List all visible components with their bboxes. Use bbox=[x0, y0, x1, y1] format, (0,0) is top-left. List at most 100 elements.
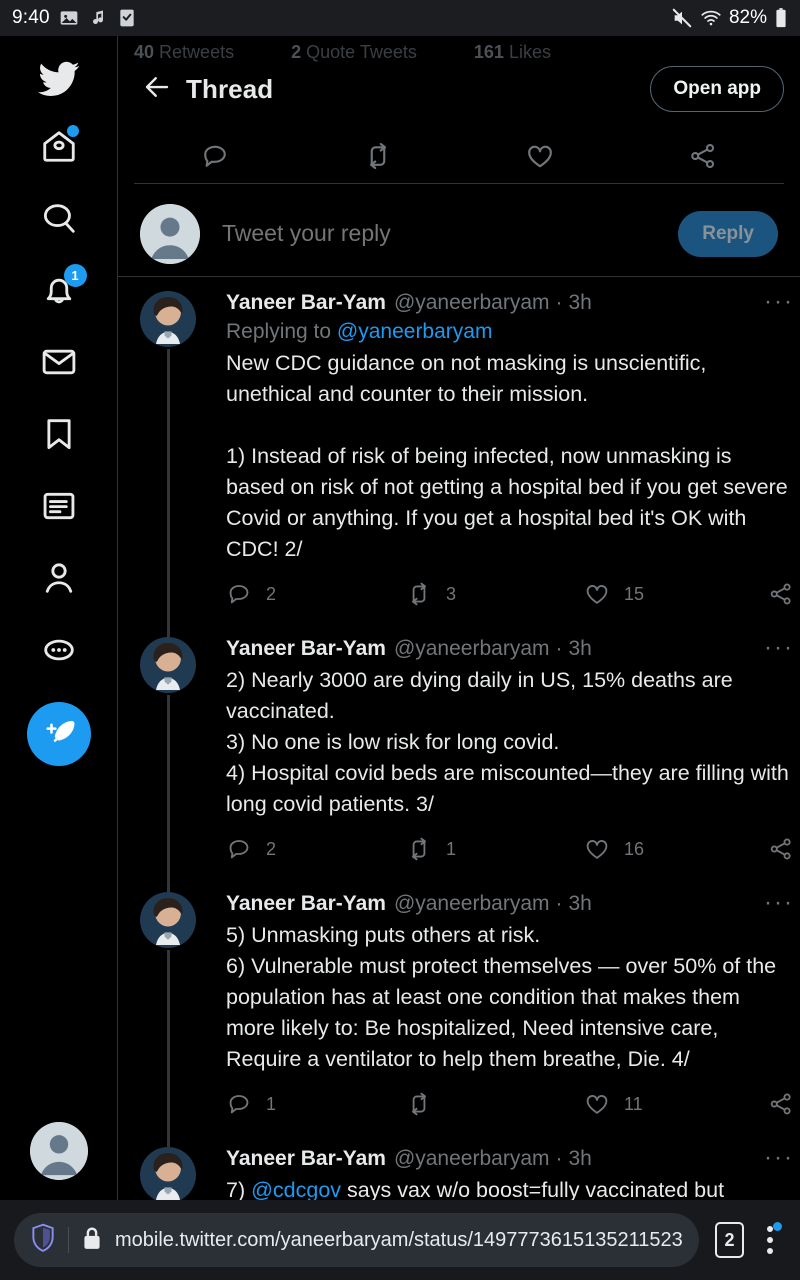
menu-update-badge bbox=[773, 1222, 782, 1231]
avatar[interactable] bbox=[140, 637, 196, 693]
tweet-actions: 2 1 16 bbox=[226, 836, 794, 878]
envelope-icon bbox=[40, 343, 78, 386]
author-handle[interactable]: @yaneerbaryam bbox=[394, 637, 550, 661]
author-handle[interactable]: @yaneerbaryam bbox=[394, 892, 550, 916]
timestamp[interactable]: 3h bbox=[569, 1147, 592, 1171]
status-bar-right: 82% bbox=[671, 7, 788, 29]
author-name[interactable]: Yaneer Bar-Yam bbox=[226, 291, 386, 315]
tweet-text: 5) Unmasking puts others at risk. 6) Vul… bbox=[226, 923, 777, 1071]
author-name[interactable]: Yaneer Bar-Yam bbox=[226, 637, 386, 661]
more-options-button[interactable]: ··· bbox=[764, 891, 794, 915]
tweet-actions: 1 11 bbox=[226, 1091, 794, 1133]
reply-count: 2 bbox=[266, 838, 277, 859]
more-options-button[interactable]: ··· bbox=[764, 1146, 794, 1170]
checkbox-icon bbox=[117, 8, 137, 28]
battery-icon bbox=[774, 7, 788, 29]
avatar[interactable] bbox=[140, 291, 196, 347]
reply-submit-button[interactable]: Reply bbox=[678, 210, 778, 257]
music-note-icon bbox=[88, 8, 108, 28]
tweet-like-action[interactable]: 16 bbox=[584, 836, 768, 862]
tweet-retweet-action[interactable]: 3 bbox=[406, 581, 584, 607]
reply-composer: Reply bbox=[118, 191, 800, 277]
separator-dot: · bbox=[555, 1147, 563, 1170]
browser-toolbar: mobile.twitter.com/yaneerbaryam/status/1… bbox=[0, 1200, 800, 1280]
brave-shield-icon[interactable] bbox=[30, 1223, 56, 1258]
avatar[interactable] bbox=[140, 1147, 196, 1200]
wifi-icon bbox=[700, 7, 722, 29]
sidebar-item-profile[interactable] bbox=[23, 544, 95, 616]
sidebar-item-lists[interactable] bbox=[23, 472, 95, 544]
thread-header: Thread Open app bbox=[118, 54, 800, 124]
sidebar-item-messages[interactable] bbox=[23, 328, 95, 400]
search-icon bbox=[40, 199, 78, 242]
tweet-body: Yaneer Bar-Yam @yaneerbaryam · 3h ··· 7)… bbox=[202, 1146, 798, 1201]
reply-count: 1 bbox=[266, 1093, 277, 1114]
sidebar-item-more[interactable] bbox=[23, 616, 95, 688]
author-handle[interactable]: @yaneerbaryam bbox=[394, 1147, 550, 1171]
back-button[interactable] bbox=[134, 66, 180, 112]
tweet-reply-action[interactable]: 2 bbox=[226, 581, 406, 607]
sidebar-nav: 1 bbox=[0, 36, 118, 1200]
mute-icon bbox=[671, 7, 693, 29]
tweet-share-action[interactable] bbox=[768, 581, 794, 607]
bookmark-icon bbox=[40, 415, 78, 458]
notifications-badge: 1 bbox=[63, 264, 87, 287]
url-bar[interactable]: mobile.twitter.com/yaneerbaryam/status/1… bbox=[14, 1213, 699, 1267]
tweet-item[interactable]: Yaneer Bar-Yam @yaneerbaryam · 3h ··· 5)… bbox=[118, 878, 800, 1147]
thread-column: 40 Retweets 2 Quote Tweets 161 Likes Thr… bbox=[118, 36, 800, 1200]
reply-input[interactable] bbox=[222, 220, 679, 247]
tweet-item[interactable]: Yaneer Bar-Yam @yaneerbaryam · 3h ··· 2)… bbox=[118, 623, 800, 892]
author-name[interactable]: Yaneer Bar-Yam bbox=[226, 892, 386, 916]
author-handle[interactable]: @yaneerbaryam bbox=[394, 291, 550, 315]
url-divider bbox=[68, 1227, 69, 1253]
lock-icon bbox=[81, 1225, 103, 1256]
home-badge-dot bbox=[66, 125, 79, 137]
status-bar-left: 9:40 bbox=[12, 7, 137, 29]
tweet-share-action[interactable] bbox=[768, 1091, 794, 1117]
timestamp[interactable]: 3h bbox=[569, 637, 592, 661]
image-icon bbox=[59, 8, 79, 28]
more-horizontal-icon bbox=[40, 631, 78, 674]
url-text[interactable]: mobile.twitter.com/yaneerbaryam/status/1… bbox=[115, 1229, 683, 1252]
tweet-body: Yaneer Bar-Yam @yaneerbaryam · 3h ··· Re… bbox=[202, 290, 798, 623]
timestamp[interactable]: 3h bbox=[569, 892, 592, 916]
tweet-item[interactable]: Yaneer Bar-Yam @yaneerbaryam · 3h ··· Re… bbox=[118, 277, 800, 637]
compose-tweet-button[interactable] bbox=[26, 702, 91, 766]
author-name[interactable]: Yaneer Bar-Yam bbox=[226, 1147, 386, 1171]
tweet-reply-action[interactable]: 2 bbox=[226, 836, 406, 862]
like-icon[interactable] bbox=[459, 141, 622, 171]
lists-icon bbox=[40, 487, 78, 530]
tweet-like-action[interactable]: 15 bbox=[584, 581, 768, 607]
replying-to-handle[interactable]: @yaneerbaryam bbox=[337, 320, 493, 343]
sidebar-item-twitter-logo[interactable] bbox=[23, 50, 95, 112]
retweet-count: 3 bbox=[446, 583, 457, 604]
sidebar-item-home[interactable] bbox=[23, 112, 95, 184]
tweet-retweet-action[interactable]: 1 bbox=[406, 836, 584, 862]
menu-dot-3 bbox=[767, 1248, 774, 1254]
tweet-share-action[interactable] bbox=[768, 836, 794, 862]
tweet-header: Yaneer Bar-Yam @yaneerbaryam · 3h ··· bbox=[226, 891, 794, 916]
open-app-button[interactable]: Open app bbox=[650, 66, 784, 112]
more-options-button[interactable]: ··· bbox=[764, 290, 794, 314]
share-icon[interactable] bbox=[622, 141, 785, 171]
browser-menu-button[interactable] bbox=[754, 1222, 786, 1254]
person-icon bbox=[40, 559, 78, 602]
tweet-text-prefix: 7) bbox=[226, 1178, 252, 1200]
sidebar-item-notifications[interactable]: 1 bbox=[23, 256, 95, 328]
reply-icon[interactable] bbox=[134, 141, 297, 171]
sidebar-item-search[interactable] bbox=[23, 184, 95, 256]
tweet-like-action[interactable]: 11 bbox=[584, 1091, 768, 1117]
tab-switcher-button[interactable]: 2 bbox=[714, 1222, 745, 1258]
twitter-bird-icon bbox=[37, 58, 80, 105]
sidebar-item-bookmarks[interactable] bbox=[23, 400, 95, 472]
sidebar-account-avatar[interactable] bbox=[29, 1122, 88, 1180]
retweet-icon[interactable] bbox=[297, 141, 460, 171]
tweet-item[interactable]: Yaneer Bar-Yam @yaneerbaryam · 3h ··· 7)… bbox=[118, 1133, 800, 1200]
timestamp[interactable]: 3h bbox=[569, 291, 592, 315]
avatar[interactable] bbox=[140, 892, 196, 948]
more-options-button[interactable]: ··· bbox=[764, 636, 794, 660]
thread-connector-line bbox=[167, 695, 170, 892]
tweet-retweet-action[interactable] bbox=[406, 1091, 584, 1117]
mention-link[interactable]: @cdcgov bbox=[251, 1178, 341, 1200]
tweet-reply-action[interactable]: 1 bbox=[226, 1091, 406, 1117]
